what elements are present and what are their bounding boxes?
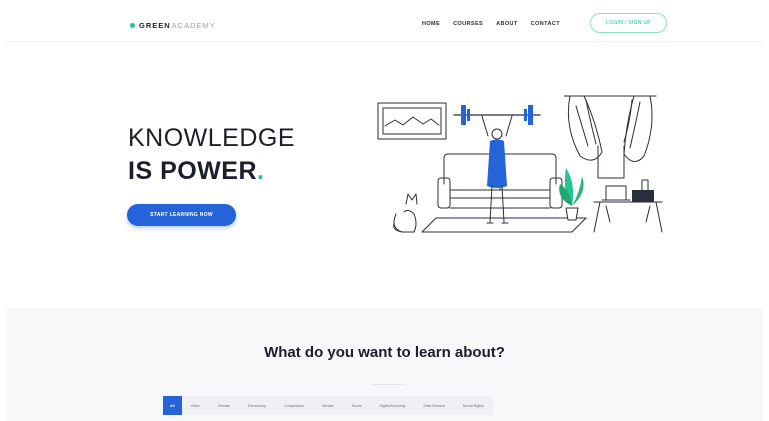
filter-chip-gender[interactable]: Gender (313, 396, 343, 415)
main-menu: HOME COURSES ABOUT CONTACT (422, 21, 560, 27)
brand-name-light: ACADEMY (171, 21, 216, 30)
brand-logo[interactable]: GREEN ACADEMY (130, 21, 216, 30)
cat-icon (393, 193, 418, 233)
signin-button[interactable]: LOGIN / SIGN UP (590, 13, 667, 33)
hero-title-line1: KNOWLEDGE (128, 124, 296, 152)
start-learning-button[interactable]: START LEARNING NOW (127, 204, 236, 226)
nav-link-contact[interactable]: CONTACT (531, 21, 560, 27)
hero-title-line2: IS POWER. (128, 155, 295, 188)
filter-chip-all[interactable]: All (163, 396, 182, 415)
top-navbar: GREEN ACADEMY HOME COURSES ABOUT CONTACT… (6, 10, 763, 42)
plant-icon (559, 168, 584, 221)
hero-illustration (377, 95, 663, 233)
filter-chip-social-rights[interactable]: Social Rights (454, 396, 493, 415)
nav-link-home[interactable]: HOME (422, 21, 440, 27)
filter-chip-social[interactable]: Social (343, 396, 371, 415)
desk-with-laptop-icon (593, 179, 663, 233)
picture-frame-icon (377, 102, 447, 140)
nav-link-about[interactable]: ABOUT (496, 21, 518, 27)
filter-chip-cooperation[interactable]: Cooperation (275, 396, 313, 415)
title-divider (372, 384, 406, 385)
nav-link-courses[interactable]: COURSES (453, 21, 483, 27)
section-title: What do you want to learn about? (264, 344, 505, 361)
filter-chip-democracy[interactable]: Democracy (239, 396, 275, 415)
filter-chip-data-science[interactable]: Data Science (414, 396, 453, 415)
hero-title-line2-text: IS POWER (128, 157, 258, 185)
category-filter-bar: All Video Climate Democracy Cooperation … (163, 396, 493, 415)
hero-title-accent: . (257, 157, 265, 185)
brand-name-bold: GREEN (139, 21, 171, 30)
filter-chip-digital-economy[interactable]: Digital Economy (371, 396, 415, 415)
barbell-icon (453, 105, 541, 125)
window-curtains-icon (563, 95, 657, 179)
hero-title: KNOWLEDGE IS POWER. (128, 122, 295, 188)
filter-chip-video[interactable]: Video (182, 396, 209, 415)
person-lifting-icon (481, 115, 513, 224)
filter-chip-climate[interactable]: Climate (209, 396, 239, 415)
logo-dot-icon (130, 23, 135, 28)
